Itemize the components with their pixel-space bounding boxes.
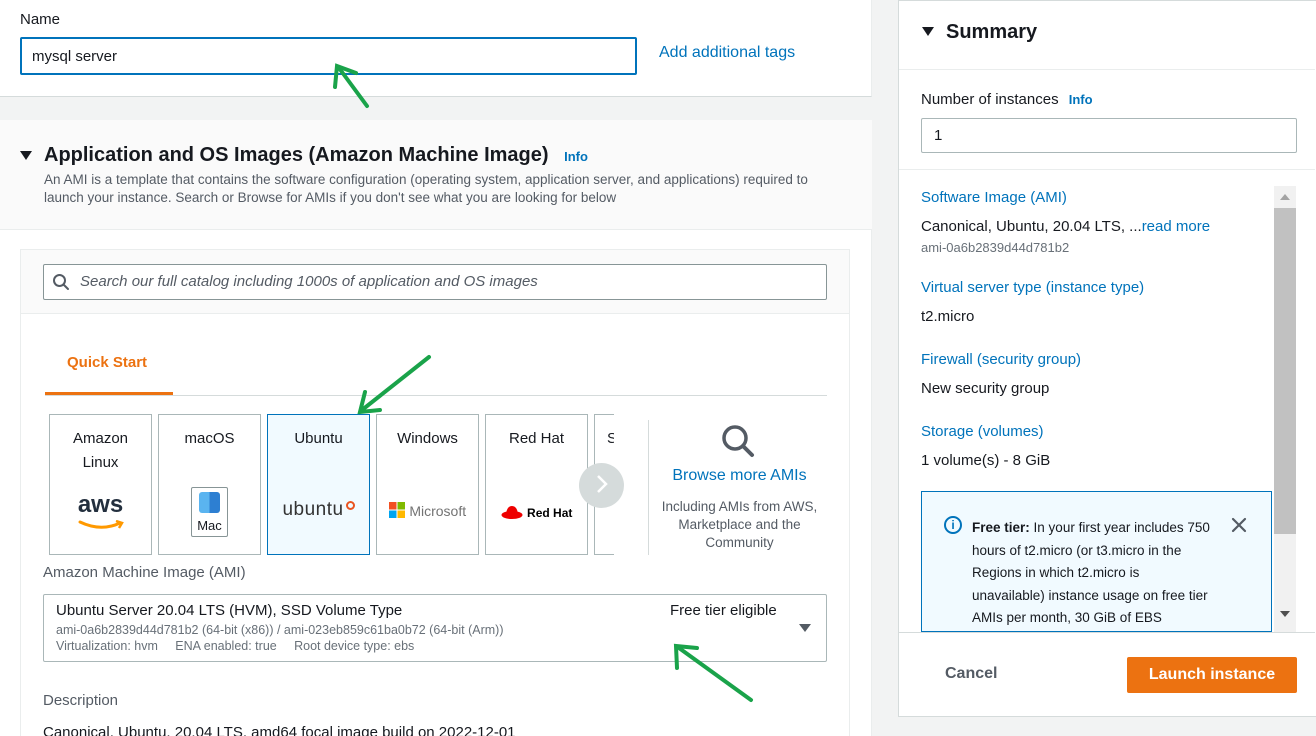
add-additional-tags-link[interactable]: Add additional tags [659, 44, 795, 62]
aws-logo-text: aws [77, 491, 124, 518]
instances-label-text: Number of instances [921, 91, 1059, 108]
instances-info-link[interactable]: Info [1069, 92, 1093, 107]
storage-value: 1 volume(s) - 8 GiB [921, 452, 1051, 469]
ubuntu-logo-text: ubuntu [282, 499, 344, 520]
os-card-label: macOS [184, 430, 235, 447]
tab-quick-start[interactable]: Quick Start [67, 354, 147, 371]
ami-selected-meta: Virtualization: hvm ENA enabled: true Ro… [56, 639, 415, 653]
ami-section-title: Application and OS Images (Amazon Machin… [44, 144, 588, 167]
os-card-red-hat[interactable]: Red Hat Red Hat [485, 414, 588, 555]
tab-divider [45, 395, 827, 396]
free-tier-title: Free tier: [972, 520, 1030, 535]
search-icon [53, 274, 69, 290]
instance-type-value: t2.micro [921, 308, 975, 325]
os-card-ubuntu[interactable]: Ubuntu ubuntu [267, 414, 370, 555]
aws-logo-icon: aws [50, 493, 151, 535]
os-card-label: Red Hat [508, 430, 565, 447]
ami-selected-name: Ubuntu Server 20.04 LTS (HVM), SSD Volum… [56, 602, 403, 619]
tab-active-indicator [45, 392, 173, 395]
software-image-link[interactable]: Software Image (AMI) [921, 189, 1067, 206]
scroll-up-arrow-icon[interactable] [1280, 194, 1290, 200]
ubuntu-logo-icon: ubuntu [268, 499, 369, 521]
software-image-value: Canonical, Ubuntu, 20.04 LTS, ...read mo… [921, 218, 1210, 235]
microsoft-logo-icon: Microsoft [377, 502, 478, 521]
summary-collapse-caret-icon[interactable] [922, 27, 934, 36]
ami-search-placeholder: Search our full catalog including 1000s … [80, 273, 538, 290]
launch-instance-button[interactable]: Launch instance [1127, 657, 1297, 693]
cancel-button[interactable]: Cancel [945, 665, 997, 683]
instances-input[interactable] [921, 118, 1297, 153]
chevron-right-icon [596, 475, 608, 493]
name-input[interactable] [20, 37, 637, 75]
instances-label: Number of instances Info [921, 91, 1093, 108]
microsoft-logo-text: Microsoft [409, 503, 467, 519]
summary-footer-divider [899, 632, 1315, 633]
os-card-macos[interactable]: macOS Mac [158, 414, 261, 555]
dropdown-caret-icon[interactable] [799, 624, 811, 632]
browse-more-amis-link[interactable]: Browse more AMIs [652, 467, 827, 485]
info-circle-icon: i [944, 516, 962, 534]
software-image-id: ami-0a6b2839d44d781b2 [921, 240, 1070, 255]
storage-link[interactable]: Storage (volumes) [921, 423, 1044, 440]
mac-logo-text: Mac [197, 518, 222, 533]
summary-title: Summary [946, 21, 1038, 43]
aws-smile-icon [78, 519, 124, 529]
magnifier-icon [722, 425, 754, 457]
os-card-label: Ubuntu [294, 430, 343, 447]
summary-divider [899, 169, 1315, 170]
summary-header-divider [899, 69, 1315, 70]
read-more-link[interactable]: read more [1142, 218, 1210, 235]
os-card-windows[interactable]: Windows Microsoft [376, 414, 479, 555]
close-icon[interactable] [1231, 517, 1247, 533]
ami-selected-ids: ami-0a6b2839d44d781b2 (64-bit (x86)) / a… [56, 623, 504, 637]
ami-section-description: An AMI is a template that contains the s… [44, 172, 808, 205]
instance-type-link[interactable]: Virtual server type (instance type) [921, 279, 1144, 296]
redhat-logo-icon: Red Hat [486, 504, 587, 522]
collapse-caret-icon[interactable] [20, 151, 32, 160]
free-tier-eligible-badge: Free tier eligible [670, 602, 777, 619]
software-image-text: Canonical, Ubuntu, 20.04 LTS, ... [921, 218, 1142, 235]
os-card-label: Amazon Linux [72, 430, 129, 471]
ami-select-label: Amazon Machine Image (AMI) [43, 564, 246, 581]
firewall-value: New security group [921, 380, 1050, 397]
description-label: Description [43, 692, 119, 709]
os-card-label: Windows [397, 430, 458, 447]
os-card-label: S [595, 427, 614, 451]
ami-info-link[interactable]: Info [564, 149, 588, 164]
free-tier-text: Free tier: In your first year includes 7… [972, 517, 1212, 630]
firewall-link[interactable]: Firewall (security group) [921, 351, 1081, 368]
browse-more-amis-description: Including AMIs from AWS, Marketplace and… [661, 499, 818, 550]
description-text: Canonical, Ubuntu, 20.04 LTS, amd64 foca… [43, 724, 516, 736]
mac-finder-icon: Mac [159, 487, 260, 542]
scroll-down-arrow-icon[interactable] [1280, 611, 1290, 617]
os-card-amazon-linux[interactable]: Amazon Linux aws [49, 414, 152, 555]
free-tier-body: In your first year includes 750 hours of… [972, 520, 1210, 625]
summary-scrollbar-thumb[interactable] [1274, 208, 1296, 534]
carousel-next-button[interactable] [579, 463, 624, 508]
redhat-logo-text: Red Hat [527, 506, 573, 520]
ami-section-title-text: Application and OS Images (Amazon Machin… [44, 144, 549, 166]
browse-divider [648, 420, 649, 555]
name-label: Name [20, 11, 61, 28]
